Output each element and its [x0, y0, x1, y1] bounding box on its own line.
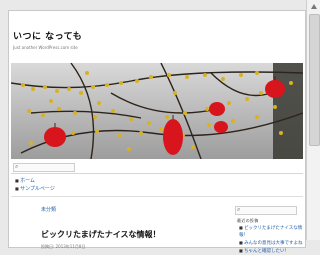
vertical-scrollbar[interactable] — [306, 0, 320, 240]
search-input[interactable]: ⌕ — [13, 163, 75, 172]
header-search-row: ⌕ — [11, 161, 303, 174]
header-image-graphic — [11, 63, 303, 159]
header-image — [11, 63, 303, 159]
menu-item-sample-page[interactable]: サンプルページ — [15, 185, 55, 193]
post-title[interactable]: ビックリたまげたナイスな情報！ — [41, 229, 161, 240]
site-title[interactable]: いつに なっても — [13, 29, 82, 42]
search-icon: ⌕ — [15, 163, 19, 170]
main-menu: ホーム サンプルページ — [15, 177, 55, 193]
recent-post-item[interactable]: ちゃんと確認したい！ — [239, 247, 305, 255]
sidebar-search-input[interactable]: ⌕ — [235, 206, 297, 215]
site-description: Just another WordPress.com site — [13, 45, 78, 50]
page-frame: いつに なっても Just another WordPress.com site — [8, 10, 306, 254]
recent-post-item[interactable]: ビックリたまげたナイスな情報！ — [239, 224, 305, 239]
menu-item-home[interactable]: ホーム — [15, 177, 55, 185]
recent-post-item[interactable]: みんなの意見は大事ですよね — [239, 239, 305, 247]
post-meta: 投稿日: 2013年11月8日 — [41, 244, 86, 249]
scroll-up-icon[interactable] — [311, 4, 317, 9]
content-divider — [11, 196, 303, 197]
search-icon: ⌕ — [237, 206, 241, 213]
scroll-thumb[interactable] — [309, 14, 320, 146]
post-category-link[interactable]: 未分類 — [41, 206, 56, 213]
